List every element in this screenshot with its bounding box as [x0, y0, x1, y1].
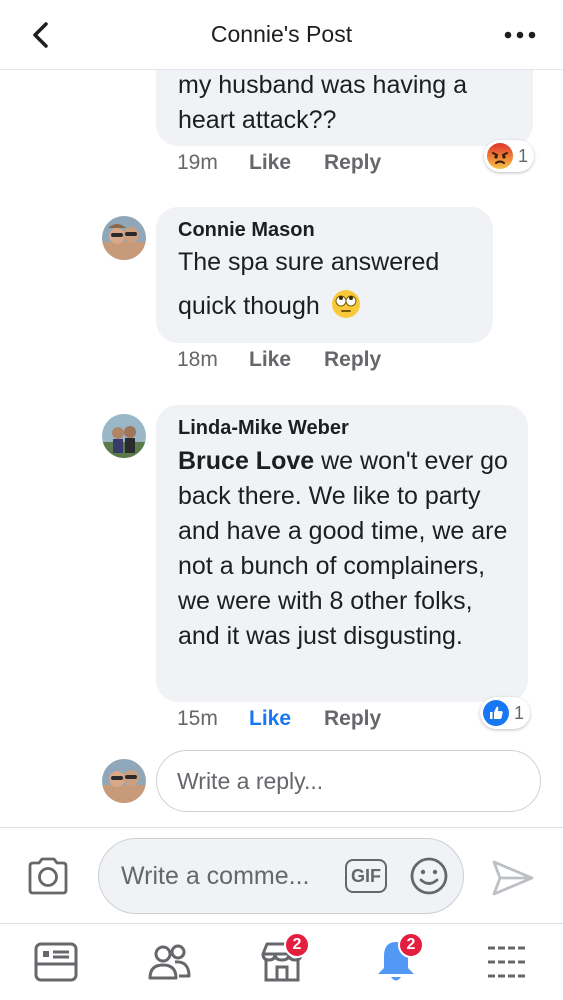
comment-time: 18m [177, 348, 218, 371]
reply-button[interactable]: Reply [324, 348, 381, 372]
like-button[interactable]: Like [249, 348, 324, 372]
reply-input-placeholder: Write a reply... [177, 767, 324, 794]
reply-button[interactable]: Reply [324, 707, 381, 731]
more-dots-icon[interactable] [503, 24, 537, 46]
angry-reaction-icon [487, 143, 513, 169]
news-feed-icon[interactable] [32, 938, 80, 986]
reaction-count: 1 [518, 145, 529, 166]
comment-text: my husband was having a heart attack?? [178, 71, 468, 134]
reaction-count: 1 [514, 702, 525, 723]
eye-roll-emoji-icon [331, 290, 360, 318]
comment-text: The spa sure answered quick though [178, 240, 473, 328]
reply-button[interactable]: Reply [324, 151, 381, 175]
send-icon[interactable] [490, 858, 536, 898]
comment-actions: 19m Like Reply [177, 151, 381, 175]
comment-input[interactable]: Write a comme... GIF [98, 838, 464, 914]
menu-icon[interactable] [484, 938, 532, 986]
top-bar: Connie's Post [0, 0, 563, 70]
avatar[interactable] [102, 414, 146, 458]
comment-composer: Write a comme... GIF [0, 827, 563, 923]
tab-marketplace[interactable]: 2 [258, 932, 310, 986]
comment-thread: my husband was having a heart attack?? 1 [0, 70, 563, 827]
like-button[interactable]: Like [249, 151, 324, 175]
comment-time: 19m [177, 151, 218, 174]
comment-text-content: The spa sure answered quick though [178, 248, 440, 320]
chevron-left-icon[interactable] [26, 20, 56, 50]
tab-notifications[interactable]: 2 [372, 932, 424, 986]
avatar[interactable] [102, 216, 146, 260]
tagged-person[interactable]: Bruce Love [178, 447, 314, 475]
reaction-summary[interactable]: 1 [480, 697, 531, 729]
gif-button[interactable]: GIF [345, 859, 387, 893]
reaction-summary[interactable]: 1 [484, 140, 535, 172]
comment-time: 15m [177, 707, 218, 730]
thumbs-up-reaction-icon [483, 700, 509, 726]
camera-icon[interactable] [26, 856, 70, 896]
comment-bubble: my husband was having a heart attack?? [156, 70, 533, 146]
comment-author[interactable]: Linda-Mike Weber [178, 417, 508, 440]
friends-icon[interactable] [145, 938, 193, 986]
comment-text: Bruce Love we won't ever go back there. … [178, 444, 508, 654]
comment-actions: 18m Like Reply [177, 348, 381, 372]
notifications-badge: 2 [398, 932, 424, 958]
marketplace-badge: 2 [284, 932, 310, 958]
comment-bubble: Connie Mason The spa sure answered quick… [156, 207, 493, 343]
comment-author[interactable]: Connie Mason [178, 219, 473, 242]
comment-text-content: we won't ever go back there. We like to … [178, 447, 508, 650]
comment-input-placeholder: Write a comme... [121, 861, 310, 890]
post-comments-screen: Connie's Post my husband was having a he… [0, 0, 563, 1000]
comment-actions: 15m Like Reply [177, 707, 381, 731]
reply-input[interactable]: Write a reply... [156, 750, 541, 812]
bottom-tab-bar: 2 2 [0, 923, 563, 1000]
page-title: Connie's Post [210, 21, 353, 47]
comment-bubble: Linda-Mike Weber Bruce Love we won't eve… [156, 405, 528, 702]
current-user-avatar [102, 759, 146, 803]
smiley-icon[interactable] [409, 856, 449, 896]
like-button[interactable]: Like [249, 707, 324, 731]
